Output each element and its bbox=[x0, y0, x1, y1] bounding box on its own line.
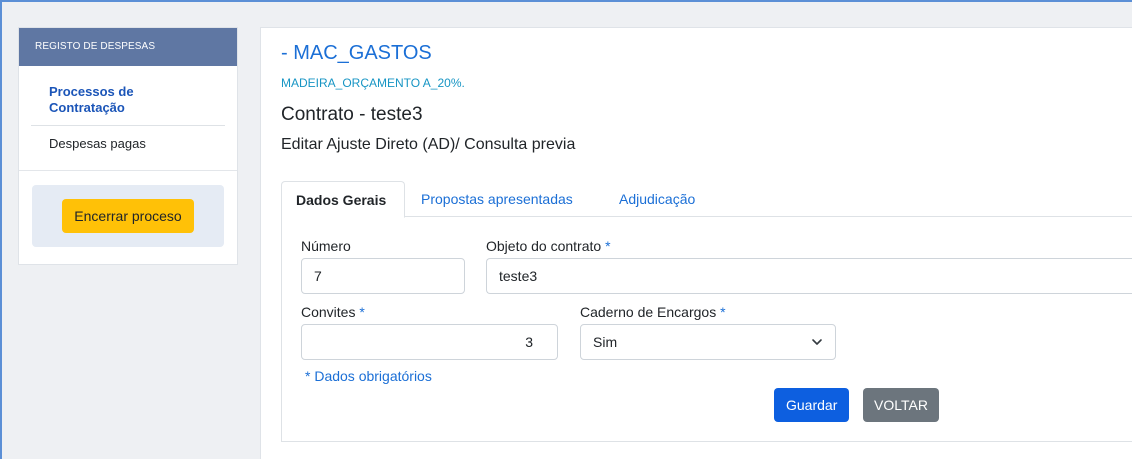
window-border-top bbox=[0, 0, 1132, 2]
caderno-encargos-select[interactable]: Sim bbox=[580, 324, 836, 360]
required-marker: * bbox=[605, 238, 611, 254]
chevron-down-icon bbox=[812, 339, 822, 345]
sidebar-item-processos-contratacao[interactable]: Processos de Contratação bbox=[31, 66, 225, 126]
main-panel: - MAC_GASTOS MADEIRA_ORÇAMENTO A_20%. Co… bbox=[260, 27, 1132, 459]
sidebar: REGISTO DE DESPESAS Processos de Contrat… bbox=[18, 27, 238, 265]
guardar-button[interactable]: Guardar bbox=[774, 388, 850, 422]
numero-input[interactable] bbox=[301, 258, 465, 294]
tab-propostas-apresentadas[interactable]: Propostas apresentadas bbox=[407, 181, 587, 217]
page-subtitle: MADEIRA_ORÇAMENTO A_20%. bbox=[281, 76, 465, 90]
objeto-contrato-label-text: Objeto do contrato bbox=[486, 238, 602, 254]
objeto-contrato-input[interactable] bbox=[486, 258, 1132, 294]
required-fields-note: * Dados obrigatórios bbox=[305, 368, 432, 384]
sidebar-action-panel: Encerrar proceso bbox=[32, 185, 224, 247]
page-title: - MAC_GASTOS bbox=[281, 42, 432, 64]
required-marker: * bbox=[720, 304, 726, 320]
tab-panel-dados-gerais: Número Objeto do contrato * Convites * C… bbox=[281, 216, 1132, 442]
edit-heading: Editar Ajuste Direto (AD)/ Consulta prev… bbox=[281, 136, 576, 153]
sidebar-header: REGISTO DE DESPESAS bbox=[19, 28, 237, 66]
sidebar-item-despesas-pagas[interactable]: Despesas pagas bbox=[31, 126, 225, 170]
window-border-left bbox=[0, 0, 2, 459]
numero-label: Número bbox=[301, 238, 351, 254]
required-marker: * bbox=[359, 304, 365, 320]
sidebar-divider bbox=[19, 170, 237, 171]
convites-label: Convites * bbox=[301, 304, 365, 320]
caderno-encargos-label-text: Caderno de Encargos bbox=[580, 304, 717, 320]
tab-bar: Dados Gerais Propostas apresentadas Adju… bbox=[281, 181, 1132, 218]
tab-adjudicacao[interactable]: Adjudicação bbox=[605, 181, 709, 217]
caderno-encargos-value: Sim bbox=[593, 334, 618, 350]
caderno-encargos-label: Caderno de Encargos * bbox=[580, 304, 726, 320]
convites-input[interactable] bbox=[301, 324, 558, 360]
tab-dados-gerais[interactable]: Dados Gerais bbox=[281, 181, 405, 218]
objeto-contrato-label: Objeto do contrato * bbox=[486, 238, 611, 254]
convites-label-text: Convites bbox=[301, 304, 356, 320]
contract-heading: Contrato - teste3 bbox=[281, 104, 423, 125]
voltar-button[interactable]: VOLTAR bbox=[863, 388, 939, 422]
encerrar-processo-button[interactable]: Encerrar proceso bbox=[62, 199, 194, 233]
